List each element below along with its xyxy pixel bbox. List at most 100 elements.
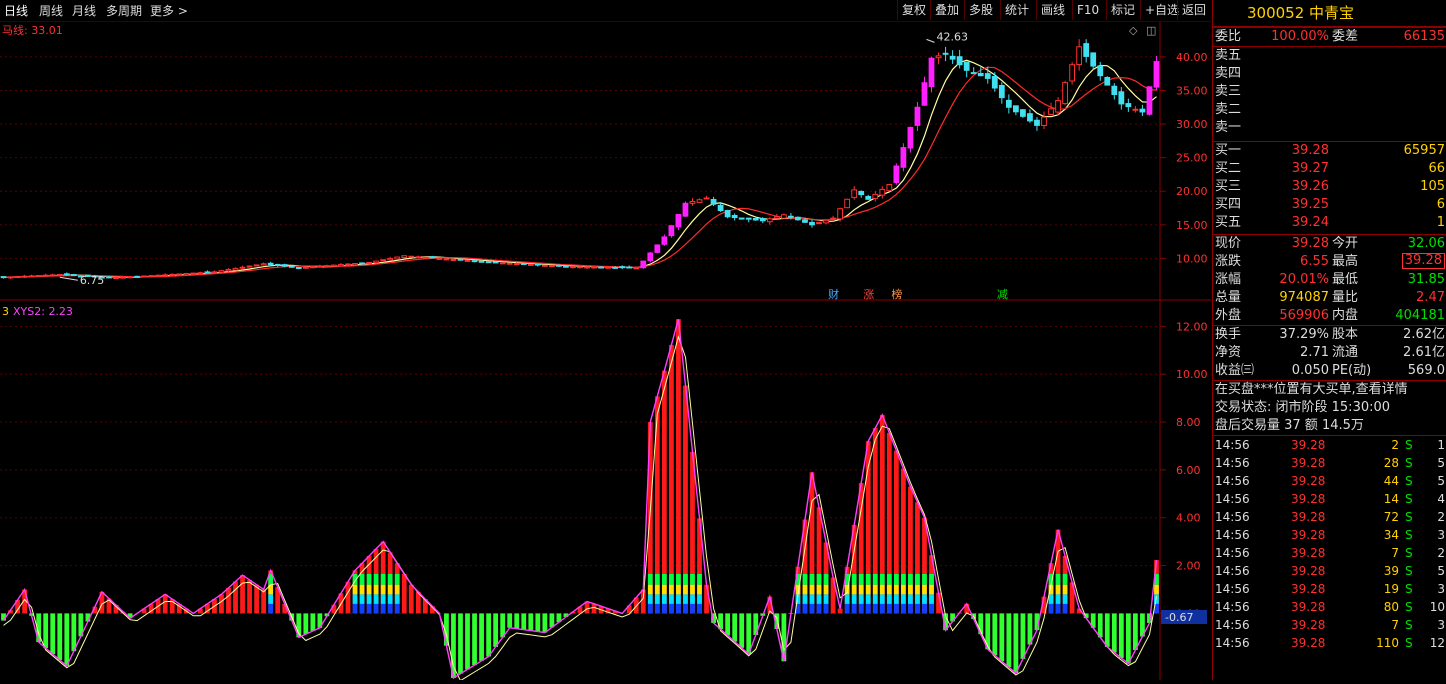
xys2-line [2, 319, 1158, 680]
event-marker[interactable]: 减 [997, 288, 1008, 301]
mark-button[interactable]: 标记 [1106, 0, 1139, 20]
histogram-bar [1020, 613, 1026, 659]
signal-segment [1055, 573, 1061, 585]
tick-row[interactable]: 14:56 39.28 34 S 3 [1213, 526, 1446, 544]
tick-row[interactable]: 14:56 39.28 7 S 3 [1213, 616, 1446, 634]
signal-segment [647, 573, 653, 585]
multi-stock-button[interactable]: 多股 [964, 0, 997, 20]
candle [738, 217, 745, 220]
diamond-icon[interactable]: ◇ [1129, 24, 1138, 37]
tick-price: 39.28 [1291, 456, 1326, 470]
stat-value: 37.29% [1279, 327, 1329, 342]
signal-segment [1048, 594, 1054, 604]
candle [387, 257, 394, 261]
tick-row[interactable]: 14:56 39.28 14 S 4 [1213, 490, 1446, 508]
buy-level-row: 买五 39.24 1 [1213, 214, 1446, 232]
candle [204, 271, 211, 274]
candle [141, 275, 148, 278]
buy-level-volume: 66 [1428, 161, 1445, 176]
tick-row[interactable]: 14:56 39.28 19 S 3 [1213, 580, 1446, 598]
tab-multi-period[interactable]: 多周期 [106, 2, 142, 19]
candle [647, 252, 654, 262]
signal-segment [387, 603, 393, 614]
candle [977, 72, 984, 77]
tick-row[interactable]: 14:56 39.28 80 S 10 [1213, 598, 1446, 616]
tick-time: 14:56 [1215, 618, 1250, 632]
tick-row[interactable]: 14:56 39.28 28 S 5 [1213, 454, 1446, 472]
draw-line-button[interactable]: 画线 [1036, 0, 1069, 20]
signal-segment [893, 594, 899, 604]
back-button[interactable]: 返回 [1177, 0, 1210, 20]
tick-side: S [1405, 564, 1413, 578]
panel-toggle-icon[interactable]: ◫ [1146, 24, 1156, 37]
adjust-button[interactable]: 复权 [897, 0, 930, 20]
tab-weekly[interactable]: 周线 [39, 2, 63, 19]
event-marker[interactable]: 财 [828, 287, 839, 301]
current-value-text: -0.67 [1165, 611, 1193, 624]
tick-volume: 44 [1383, 474, 1399, 488]
main-y-tick-label: 35.00 [1176, 84, 1208, 97]
tick-time: 14:56 [1215, 582, 1250, 596]
tick-row[interactable]: 14:56 39.28 7 S 2 [1213, 544, 1446, 562]
candle [837, 208, 844, 220]
tick-side: S [1405, 492, 1413, 506]
stat-label-2: 内盘 [1332, 308, 1359, 323]
tick-count: 2 [1437, 510, 1445, 524]
candle [401, 255, 408, 258]
big-order-note[interactable]: 在买盘***位置有大买单,查看详情 [1213, 381, 1446, 399]
tick-row[interactable]: 14:56 39.28 110 S 12 [1213, 634, 1446, 652]
candle [331, 264, 337, 267]
tab-monthly[interactable]: 月线 [72, 2, 96, 19]
moving-average-line [3, 59, 1157, 278]
tick-time: 14:56 [1215, 474, 1250, 488]
tick-row[interactable]: 14:56 39.28 39 S 5 [1213, 562, 1446, 580]
candle [900, 147, 907, 168]
tick-row[interactable]: 14:56 39.28 44 S 5 [1213, 472, 1446, 490]
candle [872, 193, 879, 199]
histogram-bar [591, 603, 597, 614]
tab-more[interactable]: 更多 > [150, 2, 188, 19]
main-y-tick-label: 30.00 [1176, 118, 1208, 131]
tick-row[interactable]: 14:56 39.28 2 S 1 [1213, 436, 1446, 454]
candle [436, 257, 443, 260]
signal-segment [886, 573, 892, 585]
signal-segment [879, 603, 885, 614]
tick-row[interactable]: 14:56 39.28 72 S 2 [1213, 508, 1446, 526]
candle [1153, 61, 1160, 88]
sub-y-tick-label: 12.00 [1176, 320, 1208, 333]
signal-segment [1154, 584, 1159, 595]
signal-segment [929, 573, 934, 585]
f10-button[interactable]: F10 [1072, 0, 1103, 20]
histogram-bar [514, 613, 520, 629]
candle [780, 214, 787, 219]
signal-segment [823, 584, 829, 595]
candle [1005, 99, 1012, 108]
event-marker[interactable]: 涨 [863, 288, 874, 301]
stat-label: 涨跌 [1215, 254, 1242, 269]
chart-toolbar: 日线 周线 月线 多周期 更多 > 复权 叠加 多股 统计 画线 F10 标记 … [0, 0, 1211, 22]
quote-panel: 300052 中青宝 委比 100.00% 委差 66135 卖五 卖四 卖三 … [1212, 0, 1446, 680]
weicha-value: 66135 [1403, 29, 1445, 44]
statistics-button[interactable]: 统计 [1000, 0, 1033, 20]
tick-list[interactable]: 14:56 39.28 2 S 1 14:56 39.28 28 S 5 14:56 39.28 44 S… [1213, 435, 1446, 652]
candle [1139, 108, 1146, 113]
signal-segment [669, 573, 674, 585]
candle [373, 260, 380, 264]
tick-volume: 19 [1383, 582, 1399, 596]
signal-segment [929, 584, 934, 595]
signal-segment [380, 603, 386, 614]
stock-chart[interactable]: 10.0015.0020.0025.0030.0035.0040.00 0.00… [0, 22, 1211, 682]
signal-segment [1062, 594, 1068, 604]
tick-side: S [1405, 636, 1413, 650]
tab-daily[interactable]: 日线 [4, 2, 28, 19]
sub-indicator-prefix: 3 [2, 305, 9, 318]
signal-segment [387, 594, 393, 604]
histogram-bar [408, 584, 414, 614]
stat-value-2: 569.0 [1407, 363, 1445, 378]
histogram-bar [64, 613, 70, 667]
signal-segment [1062, 573, 1068, 585]
event-marker[interactable]: 榜 [891, 287, 902, 301]
candle [556, 264, 562, 267]
stat-value: 39.28 [1291, 236, 1329, 251]
overlay-button[interactable]: 叠加 [930, 0, 963, 20]
